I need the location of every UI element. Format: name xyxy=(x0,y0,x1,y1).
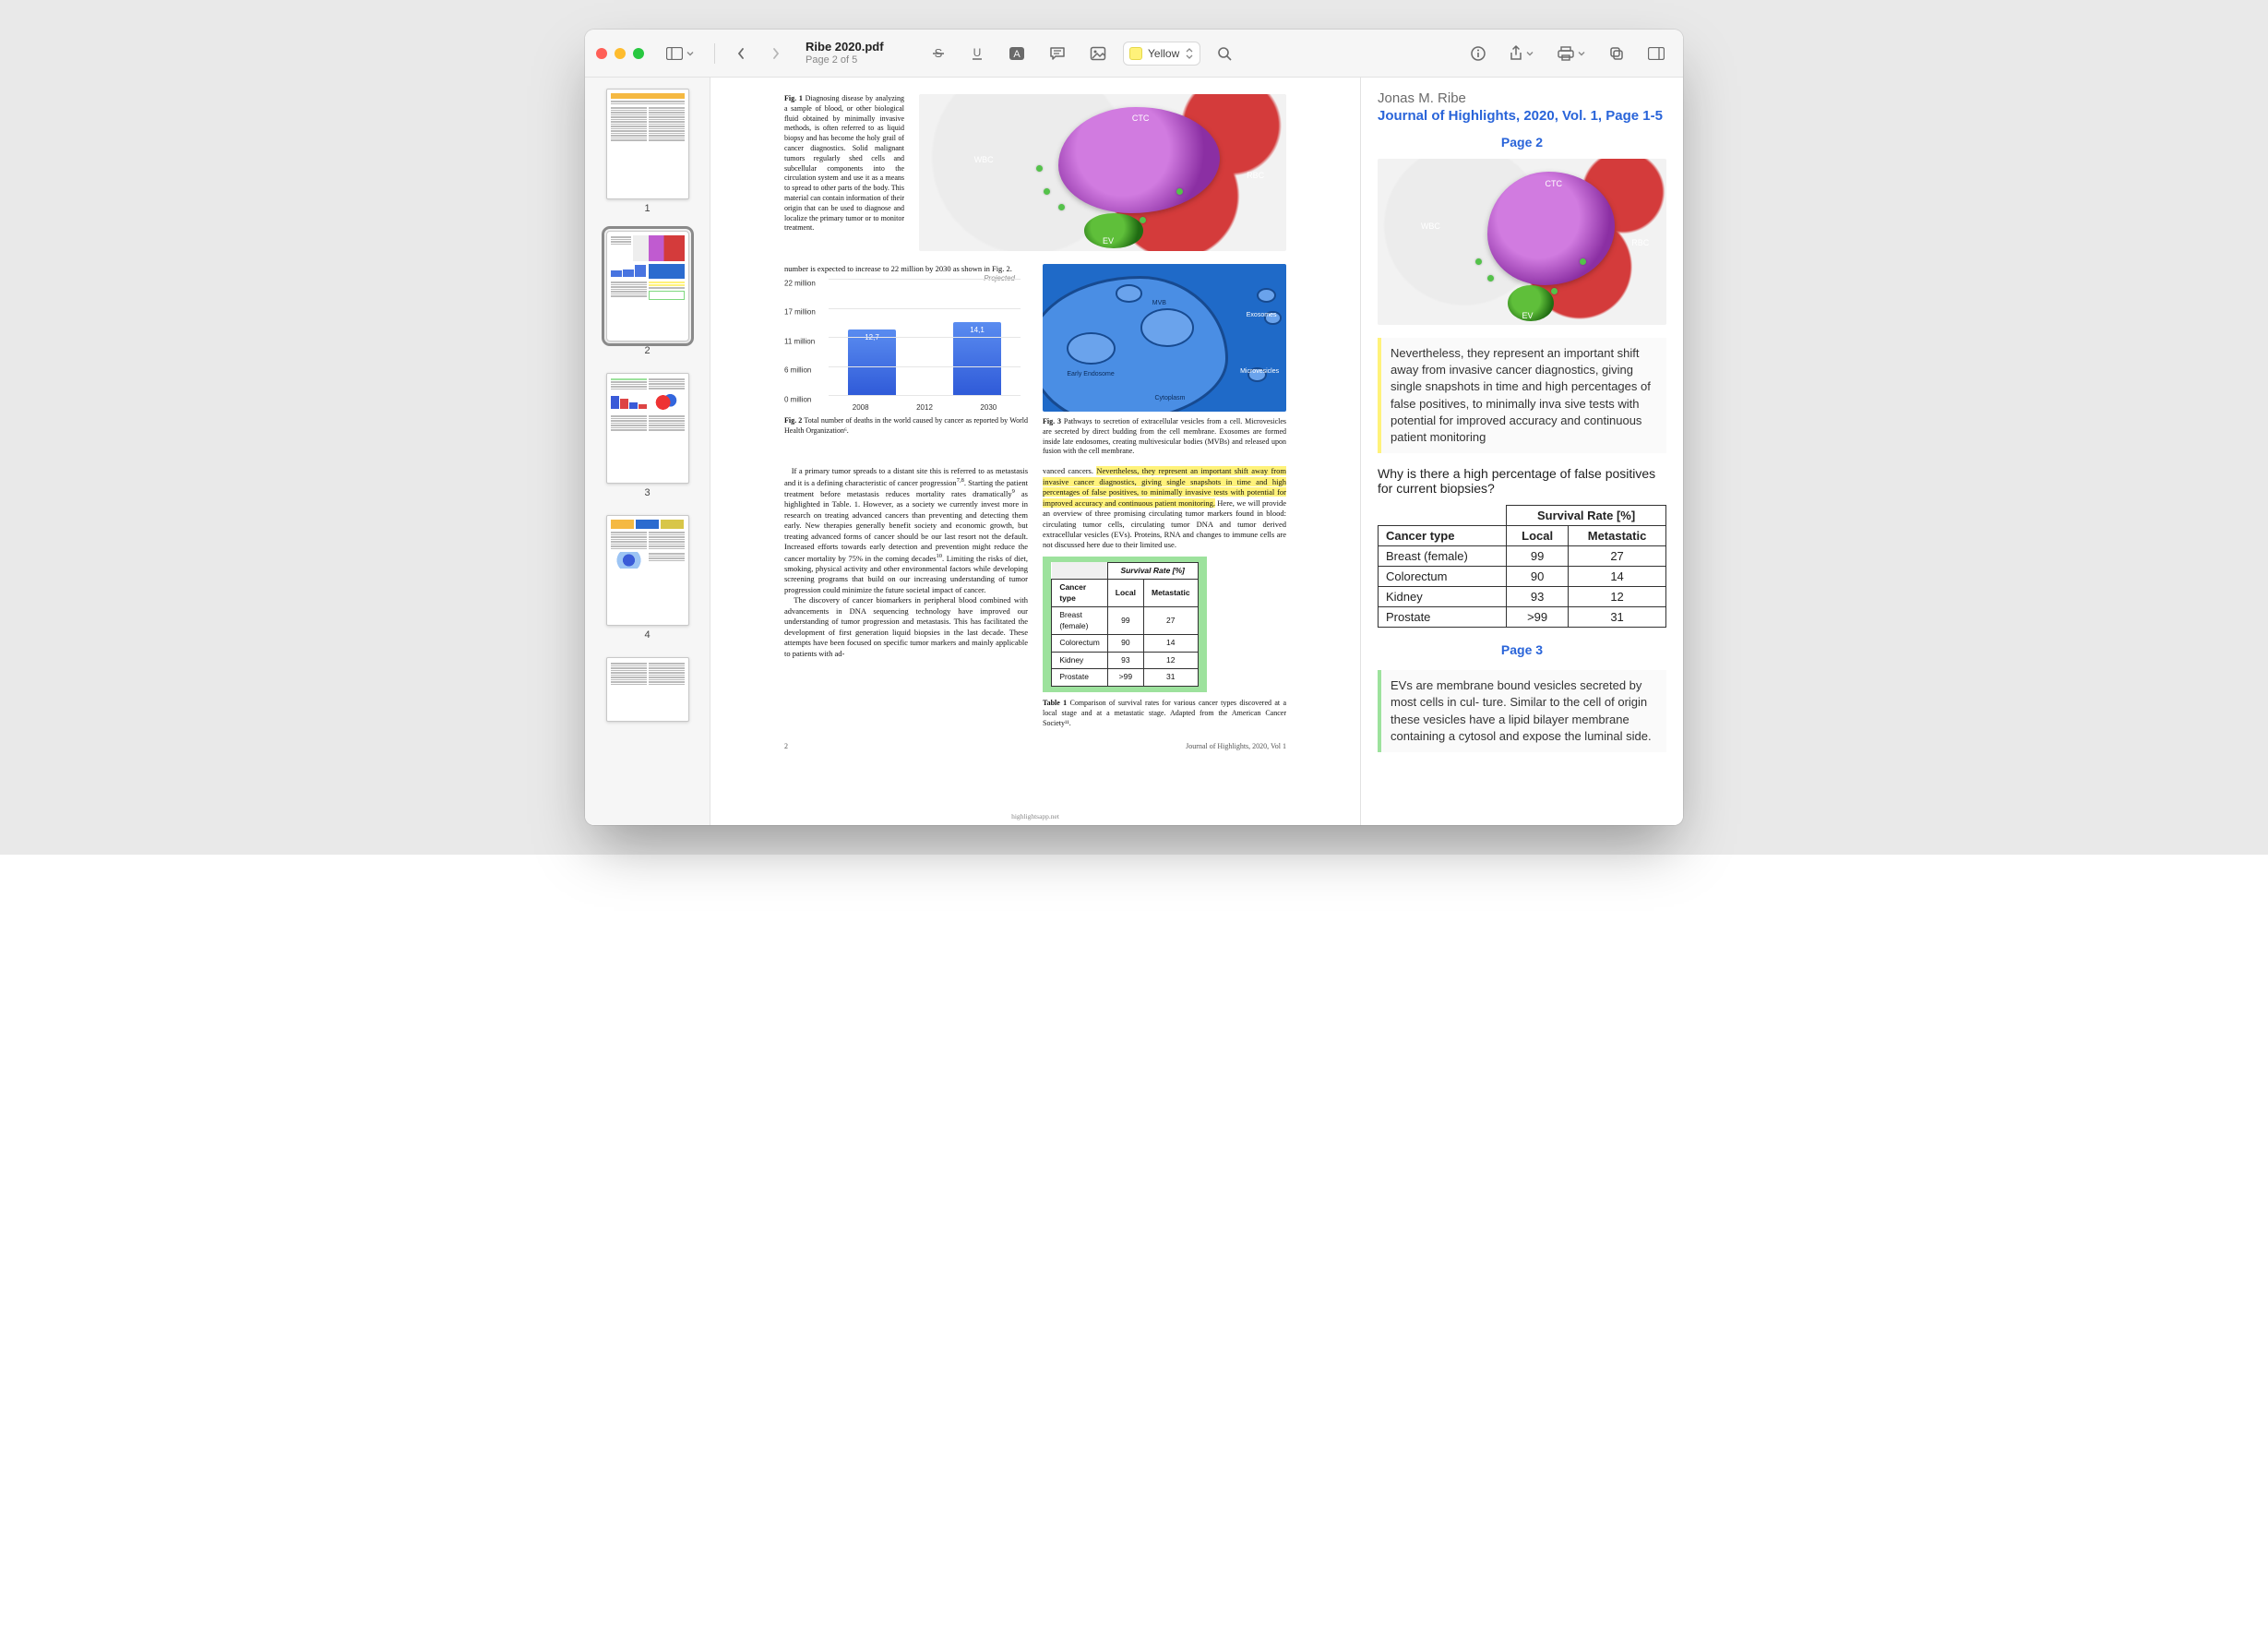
table-row: Kidney9312 xyxy=(1052,652,1198,668)
table-row: Prostate>9931 xyxy=(1052,669,1198,686)
document-subtitle: Page 2 of 5 xyxy=(806,54,907,66)
thumbnail-label: 4 xyxy=(644,629,650,641)
minimize-window-button[interactable] xyxy=(615,48,626,59)
notes-page-header-3: Page 3 xyxy=(1378,642,1666,657)
info-icon xyxy=(1471,46,1486,61)
thumbnail-page-1[interactable]: 1 xyxy=(606,89,689,214)
journal-footer: Journal of Highlights, 2020, Vol 1 xyxy=(1186,742,1286,752)
footer-site: highlightsapp.net xyxy=(768,812,1303,821)
sidebar-icon xyxy=(666,47,683,60)
notes-figure-1[interactable]: WBC CTC RBC EV xyxy=(1378,159,1666,325)
pdf-page: Fig. 1 Diagnosing disease by analyzing a… xyxy=(768,78,1303,825)
info-button[interactable] xyxy=(1463,41,1493,66)
notes-pane-toggle-button[interactable] xyxy=(1641,41,1672,66)
fig2-caption: Fig. 2 Total number of deaths in the wor… xyxy=(784,416,1028,437)
notes-quote-yellow[interactable]: Nevertheless, they represent an importan… xyxy=(1378,338,1666,453)
table-row: Colorectum9014 xyxy=(1379,567,1666,587)
fig1-label-rbc: RBC xyxy=(1247,170,1264,181)
fig1-label-ctc: CTC xyxy=(1132,113,1150,124)
body-column-right: vanced cancers. Nevertheless, they repre… xyxy=(1043,466,1286,728)
table1-caption: Table 1 Comparison of survival rates for… xyxy=(1043,699,1286,728)
thumbnail-page-4[interactable]: 4 xyxy=(606,515,689,641)
document-title-block: Ribe 2020.pdf Page 2 of 5 xyxy=(806,41,907,65)
document-title: Ribe 2020.pdf xyxy=(806,41,907,54)
fig1-label-wbc: WBC xyxy=(974,154,994,165)
notes-page-header-2: Page 2 xyxy=(1378,135,1666,150)
fig1-label-ev: EV xyxy=(1103,235,1114,246)
highlight-color-label: Yellow xyxy=(1148,47,1179,60)
sidebar-right-icon xyxy=(1648,47,1665,60)
thumbnail-label: 3 xyxy=(644,487,650,498)
content-area: 1 2 xyxy=(585,78,1683,825)
print-button[interactable] xyxy=(1550,41,1593,66)
underline-button[interactable]: U xyxy=(962,41,992,66)
page-back-button[interactable] xyxy=(728,41,754,66)
notes-pane: Jonas M. Ribe Journal of Highlights, 202… xyxy=(1360,78,1683,825)
notes-quote-green[interactable]: EVs are membrane bound vesicles secreted… xyxy=(1378,670,1666,752)
toolbar-divider xyxy=(714,43,715,64)
chevron-left-icon xyxy=(736,47,746,60)
table-row: Breast (female)9927 xyxy=(1052,607,1198,635)
app-window: Ribe 2020.pdf Page 2 of 5 S U A Yellow xyxy=(585,30,1683,825)
thumbnail-page-3[interactable]: 3 xyxy=(606,373,689,498)
comment-button[interactable] xyxy=(1042,41,1073,66)
text-box-icon: A xyxy=(1009,46,1025,61)
image-icon xyxy=(1090,46,1106,61)
share-button[interactable] xyxy=(1502,41,1541,66)
printer-icon xyxy=(1558,46,1574,61)
thumbnail-sidebar: 1 2 xyxy=(585,78,710,825)
strikethrough-button[interactable]: S xyxy=(924,41,953,66)
highlighted-table[interactable]: Survival Rate [%] Cancer typeLocalMetast… xyxy=(1043,557,1207,692)
search-button[interactable] xyxy=(1210,41,1239,66)
table-row: Colorectum9014 xyxy=(1052,635,1198,652)
thumbnail-page-5[interactable] xyxy=(606,657,689,722)
copy-button[interactable] xyxy=(1602,41,1631,66)
image-annotation-button[interactable] xyxy=(1082,41,1114,66)
page-forward-button[interactable] xyxy=(763,41,789,66)
page-number: 2 xyxy=(784,742,788,752)
notes-source[interactable]: Journal of Highlights, 2020, Vol. 1, Pag… xyxy=(1378,108,1666,124)
fig1-caption: Fig. 1 Diagnosing disease by analyzing a… xyxy=(784,94,904,251)
table-row: Kidney9312 xyxy=(1379,587,1666,607)
page-footer: 2 Journal of Highlights, 2020, Vol 1 xyxy=(784,742,1286,752)
svg-text:A: A xyxy=(1013,49,1021,60)
chevron-down-icon xyxy=(686,50,694,57)
fig1-image: WBC CTC RBC EV xyxy=(919,94,1286,251)
highlight-color-picker[interactable]: Yellow xyxy=(1123,42,1200,66)
notes-survival-table[interactable]: Survival Rate [%] Cancer typeLocalMetast… xyxy=(1378,505,1666,628)
sidebar-toggle-button[interactable] xyxy=(659,41,701,66)
text-annotation-button[interactable]: A xyxy=(1001,41,1033,66)
notes-user-note[interactable]: Why is there a high percentage of false … xyxy=(1378,466,1666,496)
close-window-button[interactable] xyxy=(596,48,607,59)
lead-paragraph: number is expected to increase to 22 mil… xyxy=(784,264,1028,274)
stepper-icon xyxy=(1185,47,1194,60)
table-row: Breast (female)9927 xyxy=(1379,546,1666,567)
survival-table-inline: Survival Rate [%] Cancer typeLocalMetast… xyxy=(1051,562,1198,687)
pdf-viewport[interactable]: Fig. 1 Diagnosing disease by analyzing a… xyxy=(710,78,1360,825)
window-controls xyxy=(596,48,644,59)
fullscreen-window-button[interactable] xyxy=(633,48,644,59)
strikethrough-icon: S xyxy=(931,46,946,61)
chevron-down-icon xyxy=(1526,50,1534,57)
thumbnail-label: 2 xyxy=(644,345,650,356)
color-swatch-icon xyxy=(1129,47,1142,60)
thumbnail-label: 1 xyxy=(644,203,650,214)
body-column-left: If a primary tumor spreads to a distant … xyxy=(784,466,1028,728)
chevron-down-icon xyxy=(1578,50,1585,57)
notes-author: Jonas M. Ribe xyxy=(1378,90,1666,106)
fig2-chart: Projected 12,714,122 200820122030 0 mill… xyxy=(784,274,1028,413)
comment-icon xyxy=(1049,46,1066,61)
fig3-image: Early Endosome MVB Cytoplasm Exosomes Mi… xyxy=(1043,264,1286,412)
svg-text:U: U xyxy=(973,46,982,59)
underline-icon: U xyxy=(970,46,985,61)
copy-icon xyxy=(1609,46,1624,61)
share-icon xyxy=(1510,45,1522,62)
search-icon xyxy=(1217,46,1232,61)
table-row: Prostate>9931 xyxy=(1379,607,1666,628)
chevron-right-icon xyxy=(771,47,781,60)
fig3-caption: Fig. 3 Pathways to secretion of extracel… xyxy=(1043,417,1286,457)
thumbnail-page-2[interactable]: 2 xyxy=(606,231,689,356)
toolbar: Ribe 2020.pdf Page 2 of 5 S U A Yellow xyxy=(585,30,1683,78)
